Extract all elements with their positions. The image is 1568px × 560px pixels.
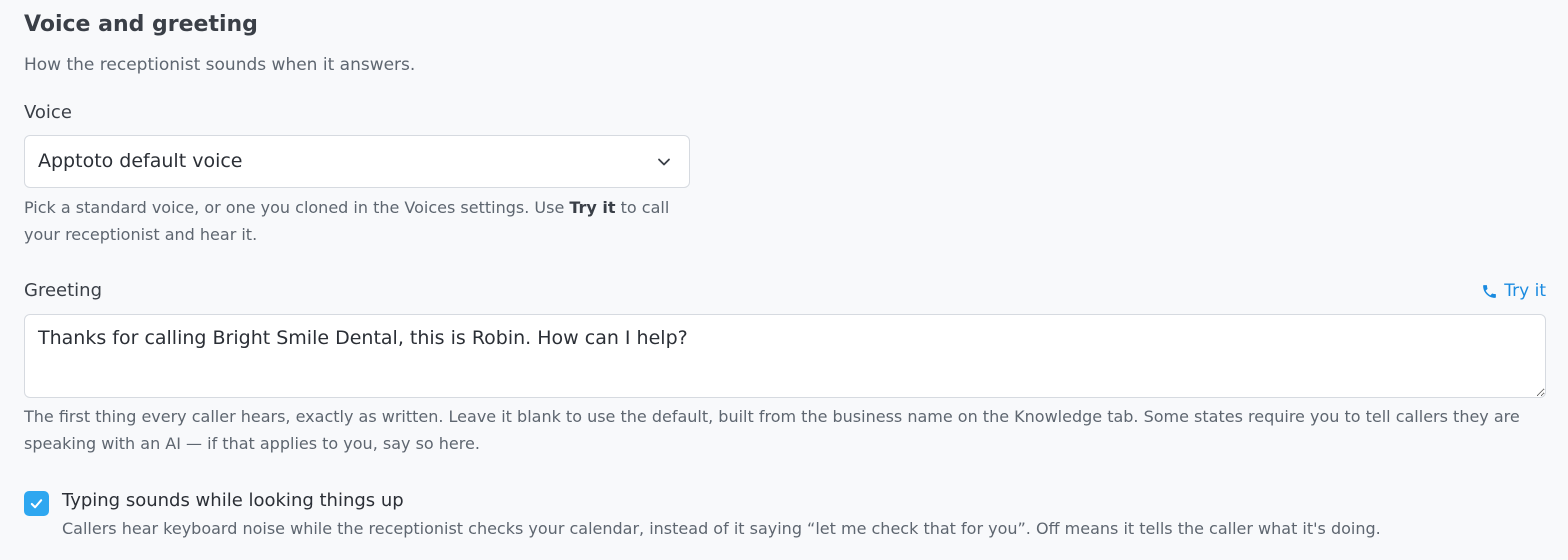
phone-icon <box>1483 284 1497 298</box>
voice-label: Voice <box>24 102 72 123</box>
try-it-label: Try it <box>1504 281 1546 301</box>
typing-sounds-label[interactable]: Typing sounds while looking things up <box>62 490 404 511</box>
try-it-link[interactable]: Try it <box>1481 281 1546 301</box>
typing-sounds-checkbox[interactable] <box>24 491 49 516</box>
greeting-label: Greeting <box>24 280 102 301</box>
voice-help-text: Pick a standard voice, or one you cloned… <box>24 198 670 244</box>
try-it-emphasis: Try it <box>569 198 616 217</box>
greeting-help-text: The first thing every caller hears, exac… <box>24 407 1520 453</box>
typing-sounds-help-text: Callers hear keyboard noise while the re… <box>62 519 1381 538</box>
voice-select-value: Apptoto default voice <box>38 150 243 172</box>
chevron-down-icon <box>658 158 670 166</box>
section-subtitle: How the receptionist sounds when it answ… <box>24 55 416 75</box>
check-icon <box>30 499 43 509</box>
voice-select[interactable]: Apptoto default voice <box>24 135 690 188</box>
section-title: Voice and greeting <box>24 12 258 37</box>
greeting-textarea[interactable]: Thanks for calling Bright Smile Dental, … <box>24 314 1546 398</box>
